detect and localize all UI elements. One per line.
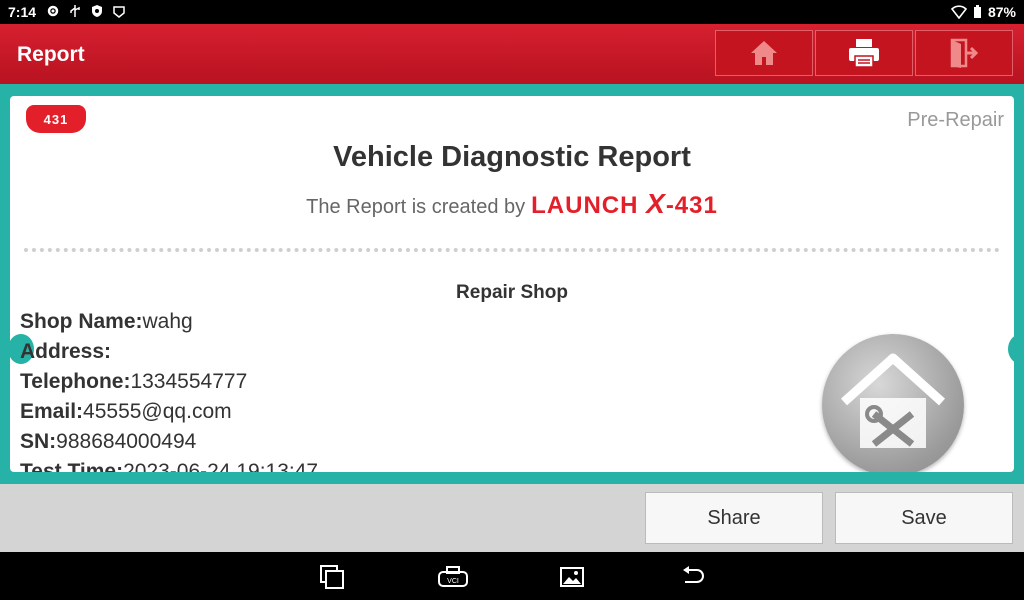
repair-shop-button[interactable] — [822, 334, 964, 472]
page-title: Report — [17, 43, 85, 66]
shield-icon — [92, 5, 102, 17]
share-button[interactable]: Share — [645, 492, 823, 544]
status-bar: 7:14 87% — [0, 0, 1024, 24]
action-bar: Share Save — [0, 484, 1024, 552]
gallery-icon[interactable] — [559, 564, 585, 590]
vci-icon[interactable]: VCI — [437, 564, 469, 590]
exit-button[interactable] — [915, 30, 1013, 76]
usb-icon — [70, 5, 80, 17]
divider — [24, 248, 1000, 252]
system-indicators: 87% — [950, 4, 1016, 20]
app-header: Report — [0, 24, 1024, 84]
product-badge: 431 — [26, 105, 86, 133]
report-title: Vehicle Diagnostic Report — [333, 141, 691, 173]
home-button[interactable] — [715, 30, 813, 76]
section-title: Repair Shop — [456, 282, 568, 303]
back-icon[interactable] — [679, 564, 705, 590]
battery-icon — [973, 5, 981, 18]
report-card[interactable]: 431 Pre-Repair Vehicle Diagnostic Report… — [10, 96, 1014, 472]
app-icon — [113, 6, 125, 18]
address-row: Address: — [20, 340, 112, 363]
navigation-bar: VCI — [0, 552, 1024, 600]
created-by-line: The Report is created by LAUNCH X-431 — [10, 188, 1014, 220]
notification-icons — [46, 4, 126, 18]
test-time-row: Test Time:2023-06-24 19:13:47 — [20, 460, 319, 472]
created-by-text: The Report is created by — [306, 196, 526, 218]
print-button[interactable] — [815, 30, 913, 76]
sn-row: SN:988684000494 — [20, 430, 197, 453]
battery-level: 87% — [987, 4, 1016, 20]
launch-logo: LAUNCH X-431 — [531, 188, 718, 219]
print-icon — [849, 39, 879, 68]
exit-icon — [950, 38, 979, 68]
email-row: Email:45555@qq.com — [20, 400, 232, 423]
report-status: Pre-Repair — [907, 109, 1004, 131]
svg-text:VCI: VCI — [447, 578, 459, 585]
shop-name-row: Shop Name:wahg — [20, 310, 193, 333]
repair-shop-icon — [840, 353, 946, 448]
ticket-notch-right — [1008, 334, 1014, 364]
clock: 7:14 — [8, 4, 37, 20]
recent-apps-icon[interactable] — [319, 564, 345, 590]
settings-icon — [47, 5, 59, 17]
telephone-row: Telephone:1334554777 — [20, 370, 248, 393]
save-button[interactable]: Save — [835, 492, 1013, 544]
wifi-icon — [950, 5, 967, 19]
home-icon — [751, 41, 777, 65]
